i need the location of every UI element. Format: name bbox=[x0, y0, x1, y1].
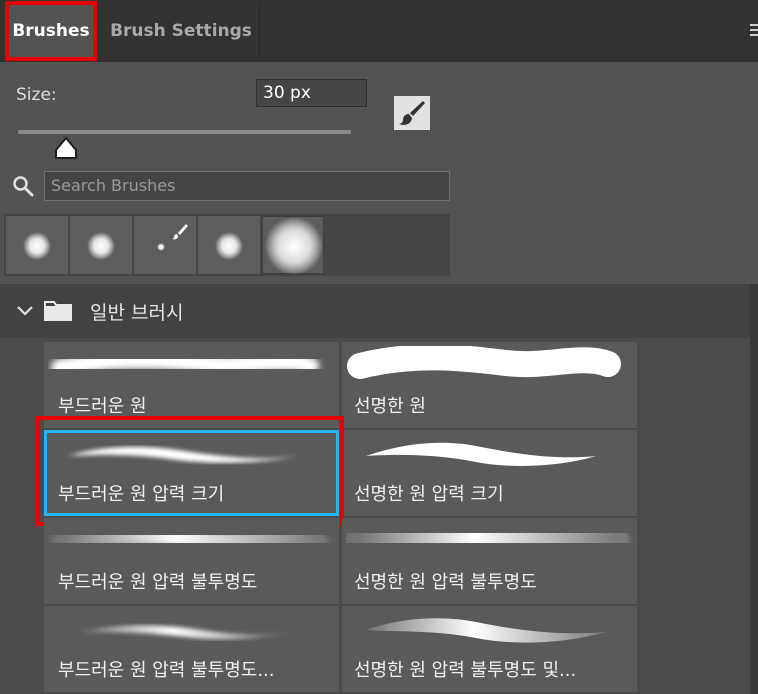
soft-round-large-icon bbox=[265, 217, 323, 275]
soft-round-icon bbox=[87, 232, 115, 260]
brush-stroke-preview bbox=[78, 625, 288, 640]
brush-hard-round-pressure-size[interactable]: 선명한 원 압력 크기 bbox=[342, 430, 637, 516]
brush-label: 부드러운 원 bbox=[58, 396, 147, 417]
tab-divider bbox=[259, 4, 260, 58]
soft-round-icon bbox=[215, 232, 243, 260]
brush-label: 부드러운 원 압력 불투명도 bbox=[58, 572, 258, 593]
panel-tab-bar: Brushes Brush Settings bbox=[0, 0, 758, 62]
brush-group-name: 일반 브러시 bbox=[90, 302, 184, 324]
search-icon bbox=[12, 175, 34, 197]
brush-hard-round-pressure-opacity[interactable]: 선명한 원 압력 불투명도 bbox=[342, 518, 637, 604]
recent-brush-soft-round-2[interactable] bbox=[70, 216, 132, 274]
panel-scrollbar[interactable] bbox=[750, 284, 758, 694]
brush-label: 선명한 원 bbox=[354, 396, 426, 417]
brush-stroke-preview bbox=[366, 618, 606, 643]
chevron-down-icon[interactable] bbox=[16, 303, 34, 317]
brush-stroke-preview bbox=[346, 522, 630, 556]
recent-brush-soft-round-3[interactable] bbox=[198, 216, 260, 274]
brush-stroke-preview bbox=[51, 351, 319, 377]
brush-stroke-preview bbox=[347, 346, 621, 379]
recent-brush-soft-round-1[interactable] bbox=[6, 216, 68, 274]
brush-label: 선명한 원 압력 불투명도 bbox=[354, 572, 537, 593]
size-input[interactable]: 30 px bbox=[256, 79, 367, 107]
brush-soft-round-pressure-opacity-flow[interactable]: 부드러운 원 압력 불투명도... bbox=[44, 606, 339, 692]
brush-stroke-preview bbox=[366, 442, 596, 466]
size-label: Size: bbox=[16, 85, 57, 105]
brush-label: 부드러운 원 압력 불투명도... bbox=[58, 660, 275, 681]
brush-stroke-preview bbox=[50, 525, 328, 552]
recent-brush-tip[interactable] bbox=[134, 216, 196, 274]
brush-tip-icon bbox=[157, 224, 188, 251]
brush-label: 선명한 원 압력 크기 bbox=[354, 484, 504, 505]
brush-label: 선명한 원 압력 불투명도 및... bbox=[354, 660, 577, 681]
search-brushes-input[interactable]: Search Brushes bbox=[44, 171, 450, 201]
size-slider-track[interactable] bbox=[18, 130, 351, 134]
soft-round-icon bbox=[23, 232, 51, 260]
paintbrush-icon bbox=[399, 101, 425, 125]
panel-menu-icon[interactable] bbox=[750, 24, 758, 38]
brush-soft-round-pressure-opacity[interactable]: 부드러운 원 압력 불투명도 bbox=[44, 518, 339, 604]
selected-brush-highlight bbox=[36, 416, 344, 526]
brush-hard-round-pressure-opacity-flow[interactable]: 선명한 원 압력 불투명도 및... bbox=[342, 606, 637, 692]
brush-hard-round[interactable]: 선명한 원 bbox=[342, 342, 637, 428]
size-slider-handle[interactable] bbox=[53, 136, 79, 160]
folder-icon bbox=[44, 299, 72, 321]
tab-brush-settings[interactable]: Brush Settings bbox=[104, 4, 258, 58]
recent-brush-soft-round-large[interactable] bbox=[262, 216, 324, 275]
recent-brushes-strip bbox=[4, 214, 450, 276]
brush-settings-toggle-button[interactable] bbox=[394, 96, 430, 130]
tab-brushes[interactable]: Brushes bbox=[5, 1, 97, 61]
